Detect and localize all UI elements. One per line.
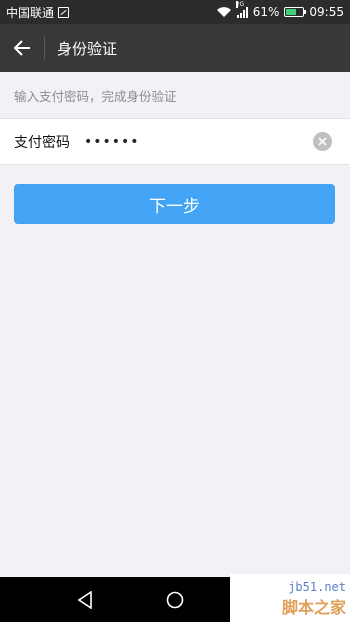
clear-icon <box>318 137 327 146</box>
header-divider <box>44 37 45 59</box>
carrier-name: 中国联通 <box>6 5 55 20</box>
battery-fill <box>286 9 297 15</box>
battery-icon <box>284 7 307 17</box>
password-label: 支付密码 <box>14 134 70 151</box>
app-header: 身份验证 <box>0 24 350 72</box>
triangle-back-icon <box>77 590 92 609</box>
password-input[interactable]: •••••• <box>84 134 140 150</box>
arrow-left-icon <box>13 40 30 56</box>
watermark-name: 脚本之家 <box>281 598 346 617</box>
clear-button[interactable] <box>313 132 332 151</box>
watermark-site: jb51.net <box>288 580 346 594</box>
page-title: 身份验证 <box>57 39 118 58</box>
back-button[interactable] <box>0 24 44 72</box>
nav-home-button[interactable] <box>163 588 187 612</box>
signal-icon: 2G <box>235 0 248 18</box>
wifi-icon <box>216 7 231 17</box>
next-button[interactable]: 下一步 <box>14 184 335 224</box>
status-bar: 中国联通 2G 61% 09:55 <box>0 0 350 24</box>
circle-home-icon <box>166 591 184 608</box>
image-icon <box>58 6 70 18</box>
instruction-text: 输入支付密码，完成身份验证 <box>14 88 177 104</box>
password-row: 支付密码 •••••• <box>0 118 350 165</box>
battery-level: 61% <box>252 5 280 19</box>
clock: 09:55 <box>309 5 344 19</box>
watermark: jb51.net 脚本之家 <box>230 574 350 622</box>
network-type: 2G <box>235 0 245 8</box>
nav-back-button[interactable] <box>73 588 97 612</box>
